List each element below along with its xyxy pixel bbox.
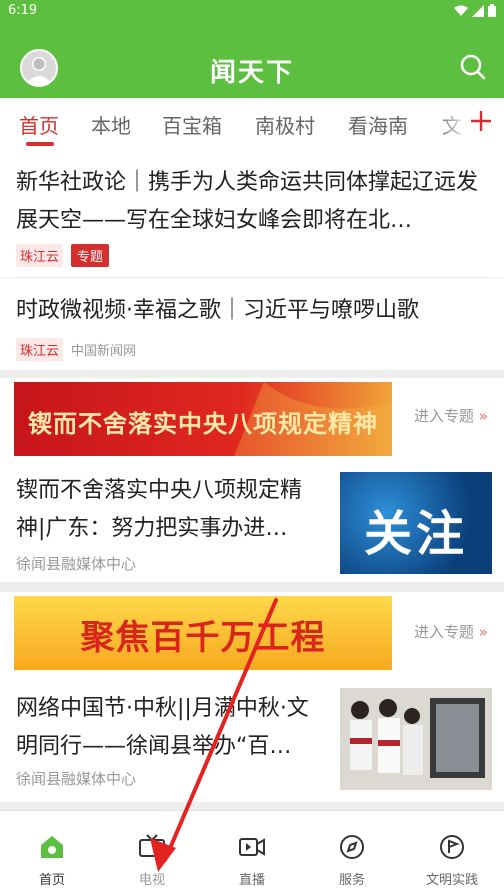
news-meta: 珠江云 中国新闻网 <box>16 338 136 361</box>
source-tag: 珠江云 <box>16 338 64 361</box>
nav-label: 服务 <box>338 873 365 888</box>
topic-badge: 专题 <box>71 244 110 267</box>
signal-icon <box>472 4 484 17</box>
nav-label: 首页 <box>38 873 65 888</box>
nav-home[interactable]: 首页 <box>2 811 102 895</box>
battery-icon <box>488 4 496 17</box>
status-bar: 6:19 <box>0 0 504 22</box>
home-icon <box>41 836 63 858</box>
tv-icon <box>139 834 165 857</box>
live-icon <box>239 838 265 856</box>
double-chevron-icon: » <box>478 623 488 641</box>
nav-civilization-practice[interactable]: 文明实践 <box>402 811 502 895</box>
nav-label: 直播 <box>238 873 265 888</box>
tab-local[interactable]: 本地 <box>91 110 131 139</box>
news-headline: 新华社政论｜携手为人类命运共同体撑起辽远发展天空——写在全球妇女峰会即将在北… <box>16 170 479 233</box>
news-source: 徐闻县融媒体中心 <box>16 555 137 573</box>
category-tabs: 首页 本地 百宝箱 南极村 看海南 文 <box>0 98 504 148</box>
status-icons <box>454 4 496 17</box>
bottom-nav: 首页 电视 直播 服务 文明实践 <box>0 810 504 895</box>
publisher-label: 中国新闻网 <box>71 344 137 359</box>
plus-icon <box>471 111 491 131</box>
news-item[interactable]: 时政微视频·幸福之歌｜习近平与嘹啰山歌 珠江云 中国新闻网 <box>0 278 504 370</box>
add-channel-button[interactable] <box>468 104 494 138</box>
app-header: 闻天下 <box>0 22 504 98</box>
tab-fade <box>438 98 468 148</box>
nav-tv[interactable]: 电视 <box>102 811 202 895</box>
news-thumbnail[interactable] <box>340 688 492 790</box>
tab-active-indicator <box>26 142 54 146</box>
news-thumbnail[interactable]: 关注 <box>340 472 492 574</box>
nav-label: 文明实践 <box>425 873 478 888</box>
topic-banner-row[interactable]: 锲而不舍落实中央八项规定精神 进入专题 » <box>0 378 504 456</box>
nav-service[interactable]: 服务 <box>302 811 402 895</box>
news-item[interactable]: 锲而不舍落实中央八项规定精神|广东：努力把实事办进… 徐闻县融媒体中心 关注 <box>0 456 504 582</box>
thumbnail-photo <box>340 688 492 790</box>
enter-topic-label: 进入专题 <box>414 407 475 425</box>
nav-live[interactable]: 直播 <box>202 811 302 895</box>
tab-hainan[interactable]: 看海南 <box>348 110 408 139</box>
source-tag: 珠江云 <box>16 244 64 267</box>
news-item[interactable]: 网络中国节·中秋||月满中秋·文明同行——徐闻县举办“百… 徐闻县融媒体中心 <box>0 670 504 802</box>
news-source: 徐闻县融媒体中心 <box>16 770 137 788</box>
topic-banner-row[interactable]: 聚焦百千万工程 进入专题 » <box>0 592 504 670</box>
compass-icon <box>340 835 364 859</box>
status-time: 6:19 <box>8 3 38 18</box>
nav-label: 电视 <box>138 873 165 888</box>
tab-home[interactable]: 首页 <box>19 110 59 139</box>
app-title: 闻天下 <box>209 58 294 88</box>
search-icon[interactable] <box>458 52 488 82</box>
enter-topic-link[interactable]: 进入专题 » <box>414 405 488 426</box>
section-gap <box>0 802 504 810</box>
banner-text: 聚焦百千万工程 <box>80 618 326 658</box>
news-item[interactable]: 新华社政论｜携手为人类命运共同体撑起辽远发展天空——写在全球妇女峰会即将在北… … <box>0 148 504 277</box>
tab-toolbox[interactable]: 百宝箱 <box>162 110 222 139</box>
wifi-icon <box>454 5 468 16</box>
enter-topic-label: 进入专题 <box>414 623 475 641</box>
banner-text: 锲而不舍落实中央八项规定精神 <box>28 410 378 438</box>
topic-banner-image[interactable]: 聚焦百千万工程 <box>14 596 392 670</box>
flag-icon <box>440 835 464 859</box>
news-meta: 珠江云 专题 <box>16 244 110 267</box>
news-headline: 时政微视频·幸福之歌｜习近平与嘹啰山歌 <box>16 298 419 323</box>
topic-banner-image[interactable]: 锲而不舍落实中央八项规定精神 <box>14 382 392 456</box>
news-headline: 网络中国节·中秋||月满中秋·文明同行——徐闻县举办“百… <box>16 696 309 759</box>
news-headline: 锲而不舍落实中央八项规定精神|广东：努力把实事办进… <box>16 478 303 541</box>
double-chevron-icon: » <box>478 407 488 425</box>
tab-nanji-village[interactable]: 南极村 <box>255 110 315 139</box>
thumbnail-text: 关注 <box>363 506 468 562</box>
section-gap <box>0 582 504 592</box>
enter-topic-link[interactable]: 进入专题 » <box>414 621 488 642</box>
section-gap <box>0 370 504 378</box>
